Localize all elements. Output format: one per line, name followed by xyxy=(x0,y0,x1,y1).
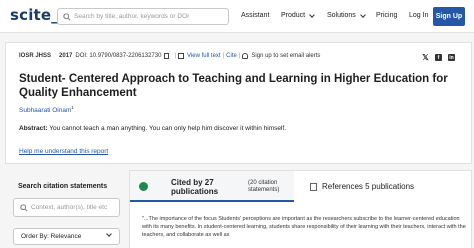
citation-search-input[interactable]: Context, author(s), title etc xyxy=(13,198,120,217)
nav-assistant[interactable]: Assistant xyxy=(241,12,269,19)
external-link-icon xyxy=(178,53,185,59)
author-name: Subhaarati Oinam xyxy=(19,107,72,115)
meta-divider: | xyxy=(222,53,225,59)
copy-icon[interactable] xyxy=(164,53,170,59)
tab-references[interactable]: References 5 publications xyxy=(310,182,414,191)
global-search-input[interactable]: Search by title, author, keywords or DOI xyxy=(57,8,229,25)
meta-divider: | xyxy=(174,53,177,59)
citation-quote-icon xyxy=(139,182,148,191)
author-affiliation-marker: 1 xyxy=(71,105,74,110)
article-author[interactable]: Subhaarati Oinam1 xyxy=(19,105,74,114)
tab-cited-by[interactable]: Cited by 27 publications (20 citation st… xyxy=(130,171,294,202)
order-by-value: Order By: Relevance xyxy=(21,233,82,240)
email-alerts-link[interactable]: Sign up to set email alerts xyxy=(251,53,320,59)
citation-statements-count: (20 citation statements) xyxy=(248,180,279,194)
nav-solutions-menu[interactable]: Solutions xyxy=(327,11,366,19)
signup-button[interactable]: Sign Up xyxy=(433,7,465,26)
journal-name[interactable]: IOSR JHSS xyxy=(19,53,51,59)
twitter-icon[interactable]: 𝕏 xyxy=(422,53,429,62)
publication-year: 2017 xyxy=(59,53,73,59)
abstract-text: You cannot teach a man anything. You can… xyxy=(49,125,287,132)
citation-excerpt: "...The importance of the focus Students… xyxy=(142,216,466,238)
facebook-icon[interactable]: f xyxy=(435,54,442,61)
citation-search-placeholder: Context, author(s), title etc xyxy=(31,204,108,211)
doi-text: DOI: 10.9790/0837-2206132730 xyxy=(75,53,162,59)
nav-product-menu[interactable]: Product xyxy=(281,11,315,19)
chevron-down-icon xyxy=(309,11,315,18)
chevron-down-icon xyxy=(359,11,366,18)
references-label: References 5 publications xyxy=(322,182,415,191)
article-meta-row: IOSR JHSS 2017 DOI: 10.9790/0837-2206132… xyxy=(19,53,320,59)
nav-assistant-label: Assistant xyxy=(241,12,270,19)
share-buttons: 𝕏 f in xyxy=(422,53,455,62)
article-title: Student- Centered Approach to Teaching a… xyxy=(19,73,448,99)
chevron-down-icon xyxy=(106,231,112,237)
nav-pricing[interactable]: Pricing xyxy=(376,12,397,19)
citations-panel: Cited by 27 publications (20 citation st… xyxy=(129,170,472,248)
nav-pricing-label: Pricing xyxy=(376,12,398,19)
citation-search-heading: Search citation statements xyxy=(18,183,108,190)
meta-divider: | xyxy=(238,53,241,59)
cited-by-label: Cited by 27 publications xyxy=(171,178,218,196)
references-icon xyxy=(310,182,317,191)
search-icon xyxy=(60,9,74,24)
view-full-text-link[interactable]: View full text xyxy=(187,53,221,59)
login-label: Log In xyxy=(409,12,429,19)
login-link[interactable]: Log In xyxy=(409,12,428,19)
cite-link[interactable]: Cite xyxy=(226,53,237,59)
abstract-label: Abstract: xyxy=(19,125,48,132)
search-icon xyxy=(17,203,31,212)
cited-by-line2: publications xyxy=(171,187,219,196)
citation-statements-line2: statements) xyxy=(248,187,280,193)
help-understand-report-link[interactable]: Help me understand this report xyxy=(19,148,108,155)
top-navbar: scite_ Search by title, author, keywords… xyxy=(0,0,474,33)
order-by-select[interactable]: Order By: Relevance xyxy=(13,228,120,245)
article-card: IOSR JHSS 2017 DOI: 10.9790/0837-2206132… xyxy=(5,42,472,164)
citation-statements-line1: (20 citation xyxy=(248,180,278,186)
nav-product-label: Product xyxy=(281,12,306,19)
page: scite_ Search by title, author, keywords… xyxy=(0,0,474,248)
scite-logo[interactable]: scite_ xyxy=(10,6,59,24)
nav-solutions-label: Solutions xyxy=(327,12,356,19)
cited-by-line1: Cited by 27 xyxy=(171,178,214,187)
linkedin-icon[interactable]: in xyxy=(448,54,455,61)
bell-icon xyxy=(242,53,249,59)
search-placeholder: Search by title, author, keywords or DOI xyxy=(74,13,189,20)
article-abstract: Abstract: You cannot teach a man anythin… xyxy=(19,125,286,132)
